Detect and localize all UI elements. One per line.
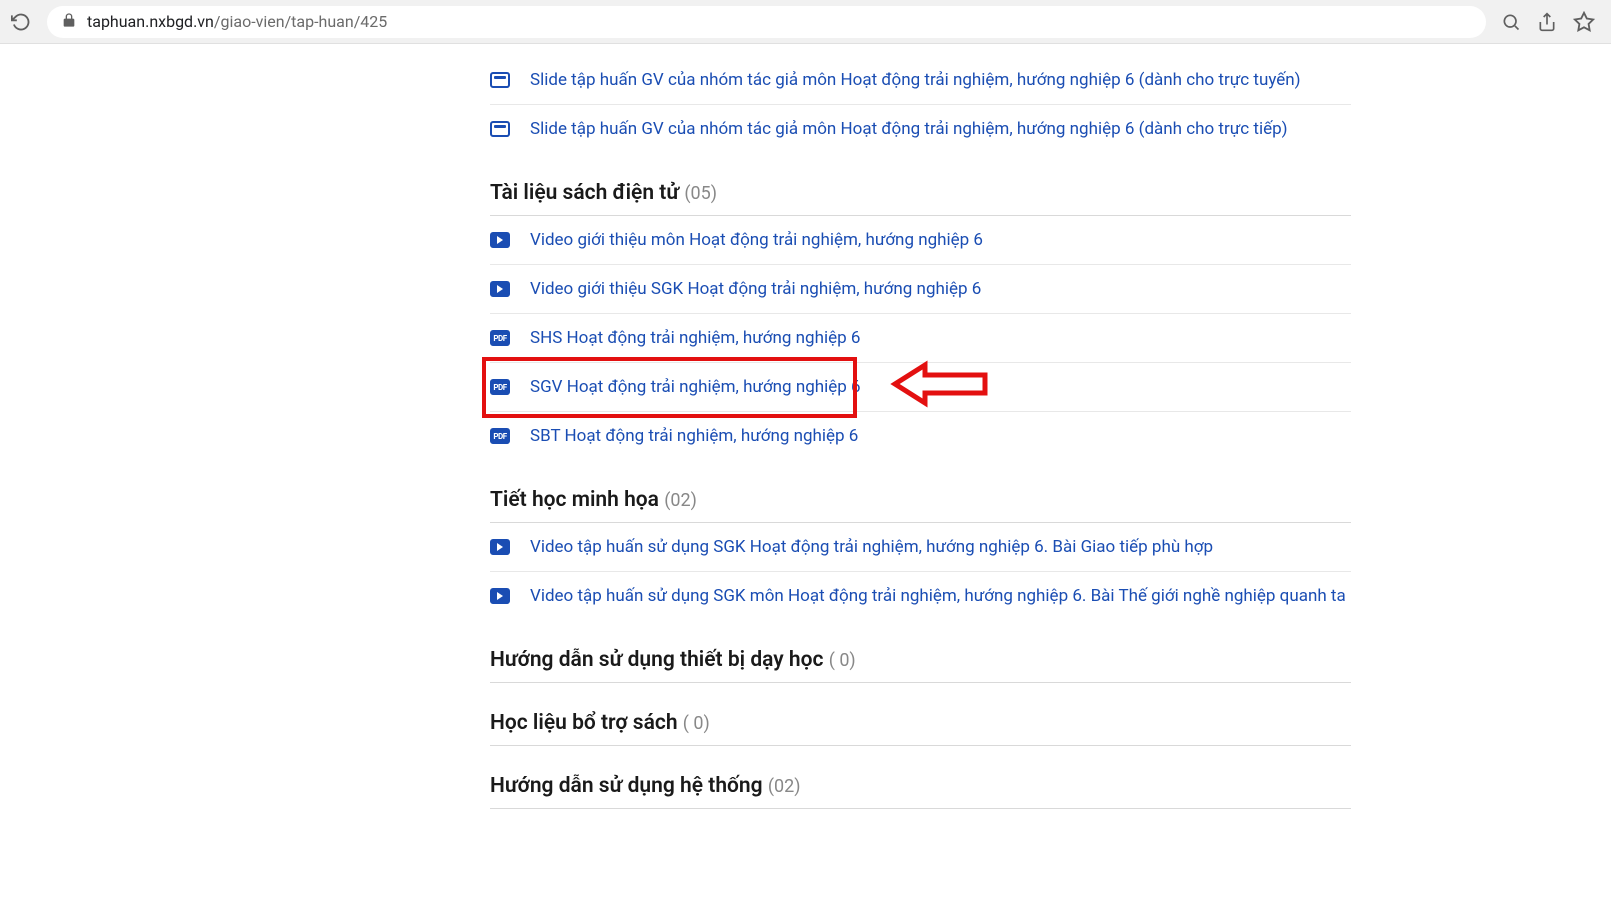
section-title: Học liệu bổ trợ sách ( 0) bbox=[490, 711, 1351, 746]
resource-label: SGV Hoạt động trải nghiệm, hướng nghiệp … bbox=[530, 377, 861, 397]
section: Tiết học minh họa (02) Video tập huấn sử … bbox=[490, 488, 1351, 620]
url-host: taphuan.nxbgd.vn bbox=[87, 12, 214, 31]
video-icon bbox=[490, 539, 510, 555]
resource-label: Slide tập huấn GV của nhóm tác giả môn H… bbox=[530, 70, 1301, 90]
section-title: Hướng dẫn sử dụng hệ thống (02) bbox=[490, 774, 1351, 809]
section-count: ( 0) bbox=[829, 650, 856, 671]
resource-item[interactable]: PDF SGV Hoạt động trải nghiệm, hướng nghi… bbox=[490, 363, 1351, 412]
section: Hướng dẫn sử dụng thiết bị dạy học ( 0) bbox=[490, 648, 1351, 683]
section-title-text: Tiết học minh họa bbox=[490, 488, 664, 512]
url-bar[interactable]: taphuan.nxbgd.vn/giao-vien/tap-huan/425 bbox=[47, 6, 1486, 38]
resource-item[interactable]: PDF SBT Hoạt động trải nghiệm, hướng nghi… bbox=[490, 412, 1351, 460]
lock-icon bbox=[61, 12, 77, 32]
slide-icon bbox=[490, 121, 510, 137]
slide-icon bbox=[490, 72, 510, 88]
section-count: (05) bbox=[684, 183, 717, 204]
resource-label: Video giới thiệu SGK Hoạt động trải nghi… bbox=[530, 279, 981, 299]
resource-item[interactable]: Video giới thiệu môn Hoạt động trải nghi… bbox=[490, 216, 1351, 265]
resource-item[interactable]: Slide tập huấn GV của nhóm tác giả môn H… bbox=[490, 105, 1351, 153]
section-title: Tiết học minh họa (02) bbox=[490, 488, 1351, 523]
reload-icon[interactable] bbox=[10, 11, 32, 33]
section: Slide tập huấn GV của nhóm tác giả môn H… bbox=[490, 56, 1351, 153]
section-title-text: Học liệu bổ trợ sách bbox=[490, 711, 683, 735]
section: Hướng dẫn sử dụng hệ thống (02) bbox=[490, 774, 1351, 809]
section-title-text: Tài liệu sách điện tử bbox=[490, 181, 684, 205]
share-icon[interactable] bbox=[1537, 11, 1557, 33]
section-title: Tài liệu sách điện tử (05) bbox=[490, 181, 1351, 216]
resource-label: Video giới thiệu môn Hoạt động trải nghi… bbox=[530, 230, 983, 250]
resource-label: SBT Hoạt động trải nghiệm, hướng nghiệp … bbox=[530, 426, 858, 446]
section-count: ( 0) bbox=[683, 713, 710, 734]
section: Tài liệu sách điện tử (05) Video giới thi… bbox=[490, 181, 1351, 460]
url-path: /giao-vien/tap-huan/425 bbox=[214, 12, 387, 31]
video-icon bbox=[490, 588, 510, 604]
resource-item[interactable]: Slide tập huấn GV của nhóm tác giả môn H… bbox=[490, 56, 1351, 105]
video-icon bbox=[490, 232, 510, 248]
star-icon[interactable] bbox=[1573, 11, 1595, 33]
resource-label: Video tập huấn sử dụng SGK Hoạt động trả… bbox=[530, 537, 1213, 557]
section-count: (02) bbox=[768, 776, 801, 797]
resource-item[interactable]: Video tập huấn sử dụng SGK Hoạt động trả… bbox=[490, 523, 1351, 572]
resource-item[interactable]: Video giới thiệu SGK Hoạt động trải nghi… bbox=[490, 265, 1351, 314]
resource-label: SHS Hoạt động trải nghiệm, hướng nghiệp … bbox=[530, 328, 860, 348]
pdf-icon: PDF bbox=[490, 379, 510, 395]
resource-item[interactable]: Video tập huấn sử dụng SGK môn Hoạt động… bbox=[490, 572, 1351, 620]
section-title-text: Hướng dẫn sử dụng hệ thống bbox=[490, 774, 768, 798]
resource-label: Slide tập huấn GV của nhóm tác giả môn H… bbox=[530, 119, 1288, 139]
pdf-icon: PDF bbox=[490, 330, 510, 346]
section-title: Hướng dẫn sử dụng thiết bị dạy học ( 0) bbox=[490, 648, 1351, 683]
video-icon bbox=[490, 281, 510, 297]
pdf-icon: PDF bbox=[490, 428, 510, 444]
section-count: (02) bbox=[664, 490, 697, 511]
section: Học liệu bổ trợ sách ( 0) bbox=[490, 711, 1351, 746]
zoom-icon[interactable] bbox=[1501, 11, 1521, 33]
resource-item[interactable]: PDF SHS Hoạt động trải nghiệm, hướng nghi… bbox=[490, 314, 1351, 363]
section-title-text: Hướng dẫn sử dụng thiết bị dạy học bbox=[490, 648, 829, 672]
browser-toolbar: taphuan.nxbgd.vn/giao-vien/tap-huan/425 bbox=[0, 0, 1611, 44]
browser-right-icons bbox=[1501, 11, 1601, 33]
resource-label: Video tập huấn sử dụng SGK môn Hoạt động… bbox=[530, 586, 1346, 606]
